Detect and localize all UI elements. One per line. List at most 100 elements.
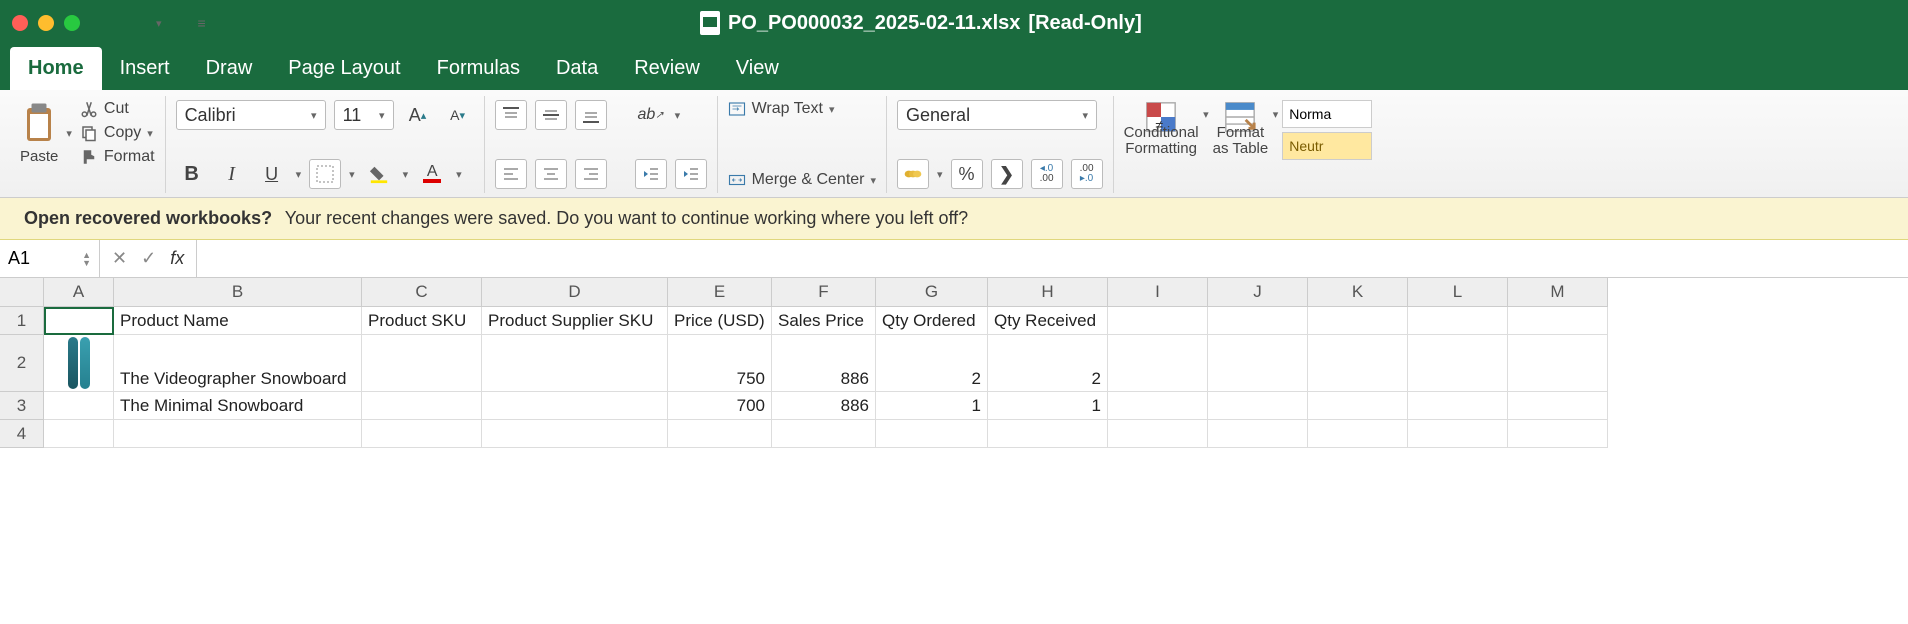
cell-K1[interactable] bbox=[1308, 307, 1408, 335]
cell-C1[interactable]: Product SKU bbox=[362, 307, 482, 335]
name-box[interactable]: A1 ▲▼ bbox=[0, 240, 100, 277]
cell-I4[interactable] bbox=[1108, 420, 1208, 448]
cell-F3[interactable]: 886 bbox=[772, 392, 876, 420]
cell-B4[interactable] bbox=[114, 420, 362, 448]
zoom-window-icon[interactable] bbox=[64, 15, 80, 31]
col-header-G[interactable]: G bbox=[876, 278, 988, 307]
cell-A4[interactable] bbox=[44, 420, 114, 448]
paste-dropdown-icon[interactable]: ▾ bbox=[66, 127, 72, 140]
row-header-2[interactable]: 2 bbox=[0, 335, 44, 392]
row-header-1[interactable]: 1 bbox=[0, 307, 44, 335]
font-size-dropdown[interactable]: 11▾ bbox=[334, 100, 394, 130]
align-left-icon[interactable] bbox=[495, 159, 527, 189]
align-right-icon[interactable] bbox=[575, 159, 607, 189]
col-header-K[interactable]: K bbox=[1308, 278, 1408, 307]
underline-button[interactable]: U bbox=[256, 159, 288, 189]
formula-input[interactable] bbox=[196, 240, 1908, 277]
conditional-formatting-button[interactable]: ≠ ▾ ConditionalFormatting bbox=[1124, 100, 1199, 189]
font-name-dropdown[interactable]: Calibri▾ bbox=[176, 100, 326, 130]
minimize-window-icon[interactable] bbox=[38, 15, 54, 31]
qa-overflow-icon[interactable]: ≡ bbox=[198, 15, 206, 31]
undo-icon[interactable]: ▾ bbox=[156, 17, 162, 30]
number-format-dropdown[interactable]: General▾ bbox=[897, 100, 1097, 130]
copy-button[interactable]: Copy▾ bbox=[80, 124, 155, 142]
wrap-text-button[interactable]: Wrap Text▾ bbox=[728, 100, 876, 118]
align-center-icon[interactable] bbox=[535, 159, 567, 189]
cell-E1[interactable]: Price (USD) bbox=[668, 307, 772, 335]
cell-styles-gallery[interactable]: Norma Neutr bbox=[1282, 100, 1372, 189]
accept-formula-icon[interactable]: ✓ bbox=[141, 248, 156, 269]
col-header-I[interactable]: I bbox=[1108, 278, 1208, 307]
cell-E3[interactable]: 700 bbox=[668, 392, 772, 420]
cut-button[interactable]: Cut bbox=[80, 100, 155, 118]
percent-button[interactable]: % bbox=[951, 159, 983, 189]
cell-D3[interactable] bbox=[482, 392, 668, 420]
cell-K2[interactable] bbox=[1308, 335, 1408, 392]
cell-L1[interactable] bbox=[1408, 307, 1508, 335]
style-normal[interactable]: Norma bbox=[1282, 100, 1372, 128]
tab-insert[interactable]: Insert bbox=[102, 47, 188, 90]
tab-data[interactable]: Data bbox=[538, 47, 616, 90]
cell-B2[interactable]: The Videographer Snowboard bbox=[114, 335, 362, 392]
close-window-icon[interactable] bbox=[12, 15, 28, 31]
col-header-H[interactable]: H bbox=[988, 278, 1108, 307]
col-header-M[interactable]: M bbox=[1508, 278, 1608, 307]
cell-I3[interactable] bbox=[1108, 392, 1208, 420]
cell-G2[interactable]: 2 bbox=[876, 335, 988, 392]
cell-I2[interactable] bbox=[1108, 335, 1208, 392]
increase-indent-icon[interactable] bbox=[675, 159, 707, 189]
underline-dropdown-icon[interactable]: ▾ bbox=[296, 168, 302, 181]
increase-font-icon[interactable]: A▴ bbox=[402, 100, 434, 130]
namebox-down-icon[interactable]: ▼ bbox=[82, 259, 91, 267]
cell-C3[interactable] bbox=[362, 392, 482, 420]
col-header-J[interactable]: J bbox=[1208, 278, 1308, 307]
cell-F4[interactable] bbox=[772, 420, 876, 448]
fill-color-button[interactable] bbox=[363, 159, 395, 189]
align-middle-icon[interactable] bbox=[535, 100, 567, 130]
cancel-formula-icon[interactable]: ✕ bbox=[112, 248, 127, 269]
cell-D1[interactable]: Product Supplier SKU bbox=[482, 307, 668, 335]
orientation-button[interactable]: ab↗ bbox=[635, 100, 667, 130]
orientation-dropdown-icon[interactable]: ▾ bbox=[675, 109, 681, 122]
paste-button[interactable]: Paste bbox=[20, 102, 58, 165]
tab-view[interactable]: View bbox=[718, 47, 797, 90]
col-header-B[interactable]: B bbox=[114, 278, 362, 307]
cell-H3[interactable]: 1 bbox=[988, 392, 1108, 420]
cell-M2[interactable] bbox=[1508, 335, 1608, 392]
cell-L3[interactable] bbox=[1408, 392, 1508, 420]
border-dropdown-icon[interactable]: ▾ bbox=[349, 168, 355, 181]
cell-J1[interactable] bbox=[1208, 307, 1308, 335]
cell-C4[interactable] bbox=[362, 420, 482, 448]
cell-G1[interactable]: Qty Ordered bbox=[876, 307, 988, 335]
cell-C2[interactable] bbox=[362, 335, 482, 392]
row-header-4[interactable]: 4 bbox=[0, 420, 44, 448]
col-header-F[interactable]: F bbox=[772, 278, 876, 307]
col-header-C[interactable]: C bbox=[362, 278, 482, 307]
tab-home[interactable]: Home bbox=[10, 47, 102, 90]
cell-F2[interactable]: 886 bbox=[772, 335, 876, 392]
select-all-corner[interactable] bbox=[0, 278, 44, 307]
format-as-table-button[interactable]: ▾ Formatas Table bbox=[1213, 100, 1269, 189]
currency-button[interactable] bbox=[897, 159, 929, 189]
cell-J2[interactable] bbox=[1208, 335, 1308, 392]
bold-button[interactable]: B bbox=[176, 159, 208, 189]
cell-I1[interactable] bbox=[1108, 307, 1208, 335]
cell-H4[interactable] bbox=[988, 420, 1108, 448]
font-color-button[interactable]: A bbox=[416, 159, 448, 189]
fill-color-dropdown-icon[interactable]: ▾ bbox=[403, 168, 409, 181]
format-painter-button[interactable]: Format bbox=[80, 148, 155, 166]
cell-H2[interactable]: 2 bbox=[988, 335, 1108, 392]
tab-review[interactable]: Review bbox=[616, 47, 718, 90]
row-header-3[interactable]: 3 bbox=[0, 392, 44, 420]
recover-workbooks-bar[interactable]: Open recovered workbooks? Your recent ch… bbox=[0, 198, 1908, 240]
decrease-indent-icon[interactable] bbox=[635, 159, 667, 189]
cell-G4[interactable] bbox=[876, 420, 988, 448]
cell-G3[interactable]: 1 bbox=[876, 392, 988, 420]
cell-D2[interactable] bbox=[482, 335, 668, 392]
col-header-E[interactable]: E bbox=[668, 278, 772, 307]
col-header-L[interactable]: L bbox=[1408, 278, 1508, 307]
cell-L2[interactable] bbox=[1408, 335, 1508, 392]
fx-icon[interactable]: fx bbox=[170, 248, 184, 269]
increase-decimal-button[interactable]: ◂.0.00 bbox=[1031, 159, 1063, 189]
style-neutral[interactable]: Neutr bbox=[1282, 132, 1372, 160]
